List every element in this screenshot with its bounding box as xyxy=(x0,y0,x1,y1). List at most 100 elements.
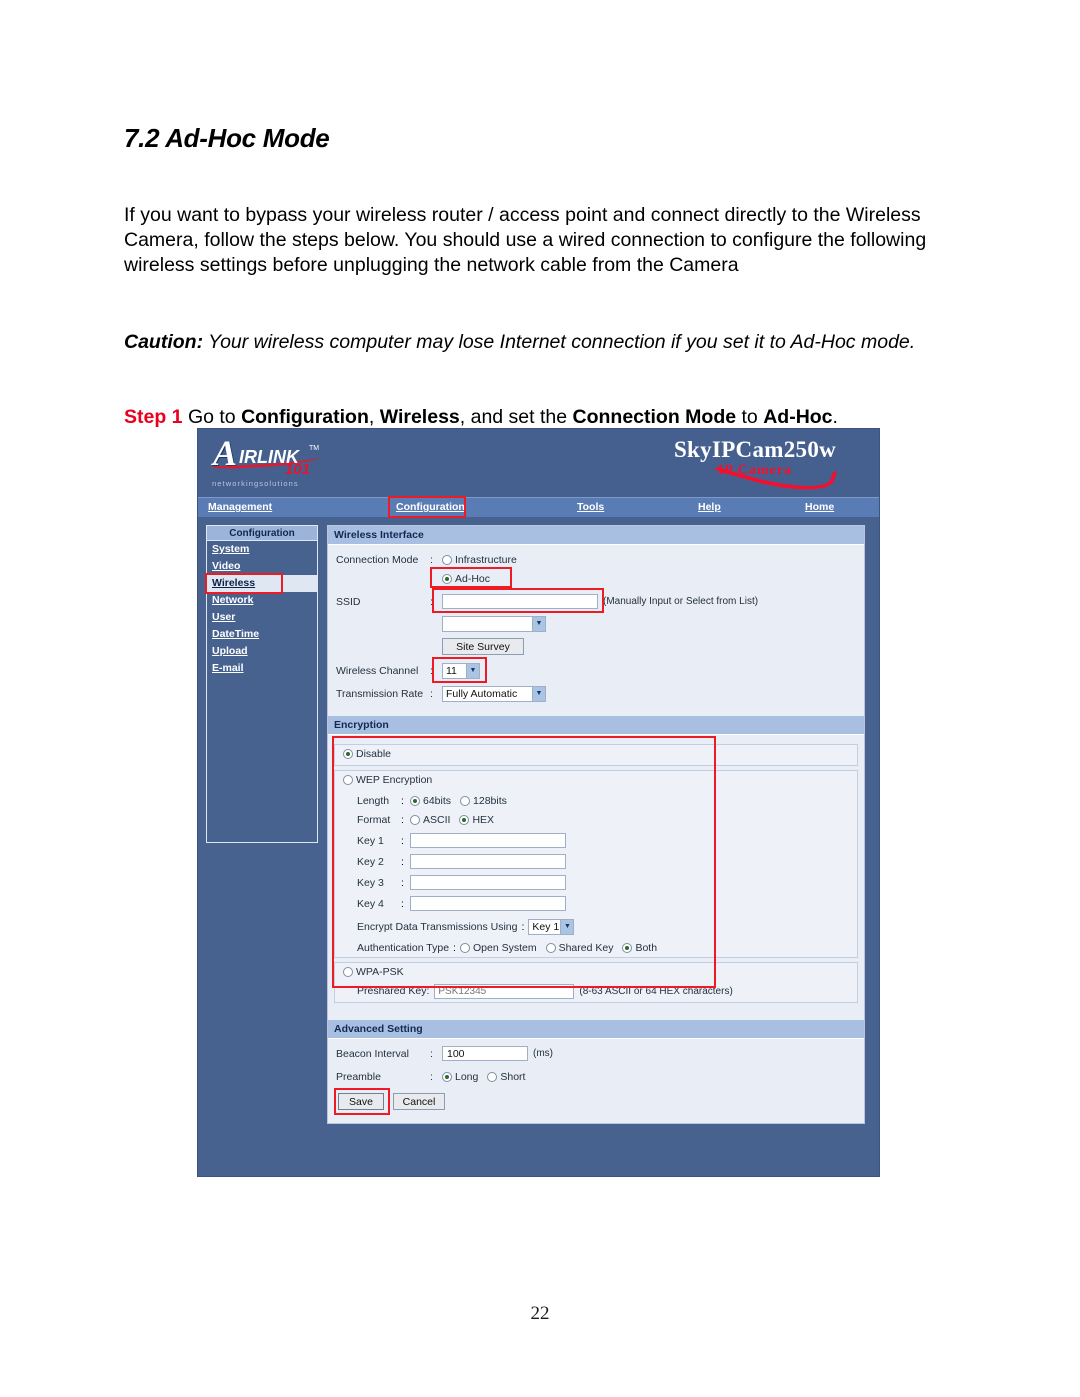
encryption-disable-box: Disable xyxy=(334,744,858,766)
radio-label-shared-key: Shared Key xyxy=(558,941,614,954)
key-2-input[interactable] xyxy=(410,854,566,869)
radio-label-64bits: 64bits xyxy=(423,794,452,807)
row-disable: Disable xyxy=(335,745,857,765)
radio-wpa-psk[interactable]: WPA-PSK xyxy=(343,966,404,978)
radio-adhoc[interactable]: Ad-Hoc xyxy=(442,573,490,585)
row-beacon-interval: Beacon Interval : (ms) xyxy=(328,1044,864,1063)
colon: : xyxy=(401,876,404,889)
colon: : xyxy=(401,897,404,910)
ssid-select[interactable]: ▼ xyxy=(442,615,546,632)
step-text-3: , and set the xyxy=(459,405,573,428)
step-text-1: Go to xyxy=(182,405,242,428)
radio-circle-selected-icon xyxy=(459,814,470,825)
caution-paragraph: Caution: Your wireless computer may lose… xyxy=(124,330,952,355)
row-ssid-select: ▼ xyxy=(328,614,864,633)
radio-preamble-short[interactable]: Short xyxy=(487,1071,525,1083)
radio-circle-icon xyxy=(442,554,452,565)
row-wep-length: Length : 64bits 128bits xyxy=(335,791,857,810)
sidebar-item-upload[interactable]: Upload xyxy=(207,643,317,660)
radio-disable[interactable]: Disable xyxy=(343,748,391,760)
radio-wep-encryption[interactable]: WEP Encryption xyxy=(343,774,432,786)
radio-infrastructure[interactable]: Infrastructure xyxy=(442,554,517,566)
wireless-interface-body: Connection Mode : Infrastructure Ad-Hoc xyxy=(328,545,864,708)
row-key-4: Key 4 : xyxy=(335,894,857,913)
key-3-input[interactable] xyxy=(410,875,566,890)
save-button[interactable]: Save xyxy=(338,1093,384,1110)
radio-label-128bits: 128bits xyxy=(473,794,507,807)
key-4-input[interactable] xyxy=(410,896,566,911)
radio-auth-both[interactable]: Both xyxy=(622,942,657,954)
label-transmission-rate: Transmission Rate xyxy=(336,687,424,700)
key-1-input[interactable] xyxy=(410,833,566,848)
product-subtitle: IP Camera xyxy=(718,463,792,478)
radio-format-ascii[interactable]: ASCII xyxy=(410,814,450,826)
wireless-channel-select[interactable]: 11 ▼ xyxy=(442,662,480,679)
radio-auth-shared-key[interactable]: Shared Key xyxy=(545,941,614,954)
nav-item-tools[interactable]: Tools xyxy=(577,501,604,513)
label-key-2: Key 2 xyxy=(357,855,384,868)
radio-format-hex[interactable]: HEX xyxy=(459,814,494,826)
sidebar-item-datetime[interactable]: DateTime xyxy=(207,626,317,643)
colon: : xyxy=(430,1047,433,1060)
ssid-input[interactable] xyxy=(442,594,598,609)
radio-auth-open-system[interactable]: Open System xyxy=(459,941,537,954)
radio-label-wep: WEP Encryption xyxy=(356,774,433,786)
page-number: 22 xyxy=(530,1303,550,1324)
sidebar-item-system[interactable]: System xyxy=(207,541,317,558)
form-actions: Save Cancel xyxy=(328,1086,864,1118)
radio-length-64bits[interactable]: 64bits xyxy=(410,795,451,807)
row-ssid: SSID : (Manually Input or Select from Li… xyxy=(328,588,864,613)
site-survey-button[interactable]: Site Survey xyxy=(442,638,524,655)
radio-circle-icon xyxy=(459,942,470,953)
preshared-key-note: (8-63 ASCII or 64 HEX characters) xyxy=(579,985,733,997)
section-header-wireless-interface: Wireless Interface xyxy=(328,526,864,545)
colon: : xyxy=(401,794,404,807)
beacon-interval-input[interactable] xyxy=(442,1046,528,1061)
cancel-button[interactable]: Cancel xyxy=(393,1093,445,1110)
radio-circle-selected-icon xyxy=(410,795,420,806)
radio-label-open-system: Open System xyxy=(472,941,537,954)
sidebar-item-user[interactable]: User xyxy=(207,609,317,626)
radio-circle-icon xyxy=(410,814,420,825)
ui-body: Configuration System Video Wireless Netw… xyxy=(198,517,879,1178)
preshared-key-input[interactable] xyxy=(434,983,575,999)
radio-circle-selected-icon xyxy=(622,942,633,953)
encryption-wpa-box: WPA-PSK Preshared Key: (8-63 ASCII or 64… xyxy=(334,962,858,1003)
encryption-wep-box: WEP Encryption Length : 64bits 128bits F… xyxy=(334,770,858,958)
top-navigation: Management Configuration Tools Help Home xyxy=(198,496,879,518)
radio-label-adhoc: Ad-Hoc xyxy=(455,572,491,585)
radio-label-both: Both xyxy=(635,941,658,954)
radio-circle-icon xyxy=(545,942,556,953)
nav-item-help[interactable]: Help xyxy=(698,501,721,513)
radio-circle-icon xyxy=(343,775,353,785)
row-connection-mode: Connection Mode : Infrastructure xyxy=(328,550,864,569)
encrypt-using-select[interactable]: Key 1 ▼ xyxy=(528,918,575,935)
sidebar-item-network[interactable]: Network xyxy=(207,592,317,609)
nav-item-management[interactable]: Management xyxy=(208,501,272,513)
colon: : xyxy=(430,553,433,566)
colon: : xyxy=(401,855,404,868)
radio-circle-icon xyxy=(343,967,353,977)
chevron-down-icon: ▼ xyxy=(466,663,479,678)
radio-length-128bits[interactable]: 128bits xyxy=(460,795,507,807)
row-wireless-channel: Wireless Channel : 11 ▼ xyxy=(328,657,864,683)
row-wep-format: Format : ASCII HEX xyxy=(335,810,857,829)
wireless-channel-value: 11 xyxy=(446,664,457,677)
colon: : xyxy=(521,920,525,933)
step-text-5: . xyxy=(832,405,838,428)
label-length: Length xyxy=(357,794,390,807)
label-wireless-channel: Wireless Channel xyxy=(336,664,419,677)
nav-item-home[interactable]: Home xyxy=(805,501,834,513)
chevron-down-icon: ▼ xyxy=(532,616,545,631)
row-encrypt-using: Encrypt Data Transmissions Using : Key 1… xyxy=(335,917,857,936)
colon: : xyxy=(430,1070,433,1083)
step-bold-connection-mode: Connection Mode xyxy=(572,405,737,428)
sidebar-item-email[interactable]: E-mail xyxy=(207,660,317,677)
logo-tagline: networkingsolutions xyxy=(212,479,299,488)
colon: : xyxy=(430,664,433,677)
highlight-box-wireless-menu xyxy=(205,573,283,594)
advanced-setting-body: Beacon Interval : (ms) Preamble : Long S… xyxy=(328,1039,864,1123)
radio-preamble-long[interactable]: Long xyxy=(442,1071,478,1083)
ui-header: A IRLINK TM 101 networkingsolutions SkyI… xyxy=(198,429,879,503)
transmission-rate-select[interactable]: Fully Automatic ▼ xyxy=(442,685,546,702)
